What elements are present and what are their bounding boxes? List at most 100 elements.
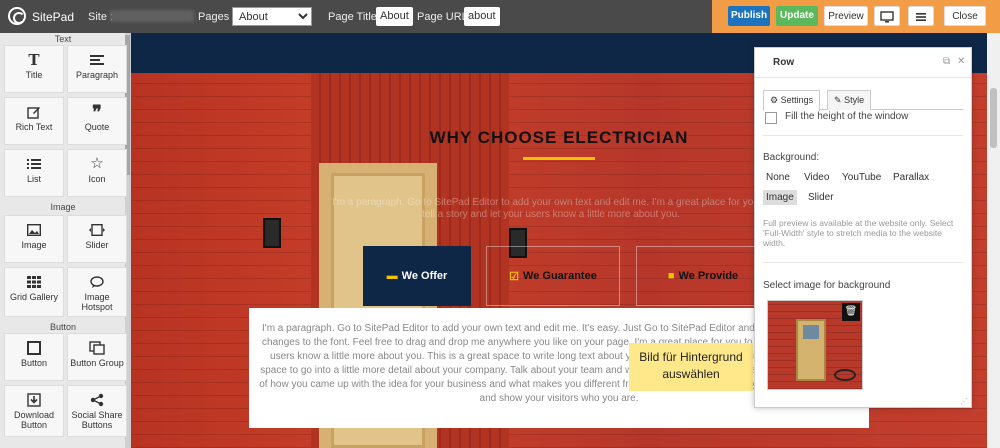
close-icon[interactable]: ✕ (957, 56, 965, 67)
close-button[interactable]: Close (944, 6, 986, 26)
trash-icon[interactable]: 🗑 (842, 303, 860, 321)
widget-image-hotspot-label: Image Hotspot (81, 292, 113, 312)
widget-quote-label: Quote (84, 122, 110, 132)
thumbnail-bike (834, 369, 856, 381)
widget-sidebar: Text T Title Paragraph Rich Text ❞ Quote… (0, 33, 131, 448)
widget-title-label: Title (25, 70, 43, 80)
select-image-label: Select image for background (763, 280, 891, 291)
background-image-thumbnail[interactable]: 🗑 (767, 300, 863, 390)
page-title-field[interactable]: About (376, 7, 413, 26)
share-icon (68, 393, 126, 407)
tab-we-provide[interactable]: ■ We Provide (636, 246, 770, 306)
bg-option-image[interactable]: Image (763, 190, 797, 205)
bg-option-parallax[interactable]: Parallax (890, 170, 932, 185)
tab-we-offer-label: We Offer (401, 270, 448, 282)
widget-grid-gallery-label: Grid Gallery (9, 292, 58, 302)
preview-button[interactable]: Preview (824, 6, 868, 26)
list-icon (5, 157, 63, 171)
checkbox-icon: ☑ (509, 270, 520, 283)
publish-button[interactable]: Publish (728, 6, 770, 26)
widget-title[interactable]: T Title (4, 45, 64, 93)
section-button-label: Button (49, 322, 77, 332)
bg-option-video[interactable]: Video (801, 170, 832, 185)
update-button[interactable]: Update (776, 6, 818, 26)
panel-title: Row (773, 57, 795, 68)
widget-list[interactable]: List (4, 149, 64, 197)
divider (763, 262, 963, 263)
chat-bubble-icon (68, 275, 126, 289)
widget-image-label: Image (21, 240, 47, 250)
desktop-view-button[interactable] (874, 6, 900, 26)
tab-we-guarantee-label: We Guarantee (523, 270, 597, 282)
fill-height-label: Fill the height of the window (785, 111, 909, 122)
widget-button-group-label: Button Group (70, 358, 124, 368)
lamp-left-icon (263, 218, 281, 248)
pages-select[interactable]: About (232, 7, 312, 26)
section-text-label: Text (54, 34, 72, 44)
widget-image-hotspot[interactable]: Image Hotspot (67, 267, 127, 317)
annotation-callout: Bild für Hintergrund auswählen (629, 343, 753, 391)
star-icon: ☆ (90, 155, 104, 172)
section-image-label: Image (50, 202, 76, 212)
widget-button-group[interactable]: Button Group (67, 333, 127, 381)
monitor-icon (880, 11, 894, 23)
widget-social-share-buttons[interactable]: Social Share Buttons (67, 385, 127, 437)
tab-we-guarantee[interactable]: ☑ We Guarantee (486, 246, 620, 306)
page-url-field[interactable]: about (464, 7, 500, 26)
hamburger-icon (916, 13, 926, 21)
title-icon: T (28, 51, 40, 69)
tab-settings[interactable]: ⚙ Settings (763, 90, 821, 111)
gear-icon: ⚙ (770, 95, 779, 105)
truck-icon: ■ (667, 270, 675, 282)
button-icon (5, 341, 63, 355)
edit-icon (5, 105, 63, 119)
tab-we-provide-label: We Provide (678, 270, 739, 282)
widget-download-button[interactable]: Download Button (4, 385, 64, 437)
widget-slider-label: Slider (85, 240, 109, 250)
background-label: Background: (763, 152, 820, 163)
widget-image[interactable]: Image (4, 215, 64, 263)
row-settings-panel: Row ⧉ ✕ ⚙ Settings ✎ Style Fill the heig… (754, 47, 972, 408)
widget-paragraph[interactable]: Paragraph (67, 45, 127, 93)
widget-button-label: Button (20, 358, 48, 368)
widget-grid-gallery[interactable]: Grid Gallery (4, 267, 64, 317)
canvas-scrollbar[interactable] (987, 33, 1000, 448)
pages-label: Pages : (198, 11, 236, 23)
download-icon (5, 393, 63, 407)
widget-list-label: List (26, 174, 41, 184)
page-url-label: Page URL: (417, 11, 471, 23)
top-toolbar: SitePad Site : Pages : About Page Title:… (0, 0, 1000, 33)
bg-option-youtube[interactable]: YouTube (839, 170, 884, 185)
page-title-label: Page Title: (328, 11, 380, 23)
button-group-icon (68, 341, 126, 355)
tab-style-label: Style (844, 95, 865, 105)
tab-we-offer[interactable]: ▬ We Offer (363, 246, 471, 306)
image-icon (5, 223, 63, 237)
widget-paragraph-label: Paragraph (75, 70, 119, 80)
background-note: Full preview is available at the website… (763, 218, 954, 248)
tab-style[interactable]: ✎ Style (827, 90, 872, 110)
envelope-icon: ▬ (386, 270, 398, 282)
widget-slider[interactable]: Slider (67, 215, 127, 263)
widget-button[interactable]: Button (4, 333, 64, 381)
tab-settings-label: Settings (780, 95, 814, 105)
widget-rich-text-label: Rich Text (15, 122, 53, 132)
widget-rich-text[interactable]: Rich Text (4, 97, 64, 145)
widget-icon[interactable]: ☆ Icon (67, 149, 127, 197)
bg-option-slider[interactable]: Slider (805, 190, 837, 205)
resize-handle-icon[interactable]: ⋰ (960, 397, 968, 406)
site-value-redacted (110, 10, 194, 22)
widget-icon-label: Icon (88, 174, 106, 184)
fill-height-checkbox[interactable] (765, 112, 777, 124)
divider (763, 135, 963, 136)
menu-button[interactable] (908, 6, 934, 26)
thumbnail-window (803, 325, 819, 339)
intro-paragraph[interactable]: I'm a paragraph. Go to SitePad Editor to… (331, 197, 771, 221)
slider-icon (68, 223, 126, 237)
brand-name: SitePad (32, 10, 75, 24)
widget-quote[interactable]: ❞ Quote (67, 97, 127, 145)
popout-icon[interactable]: ⧉ (943, 56, 950, 67)
bg-option-none[interactable]: None (763, 170, 793, 185)
panel-tabs: ⚙ Settings ✎ Style (763, 90, 963, 111)
grid-icon (5, 275, 63, 289)
